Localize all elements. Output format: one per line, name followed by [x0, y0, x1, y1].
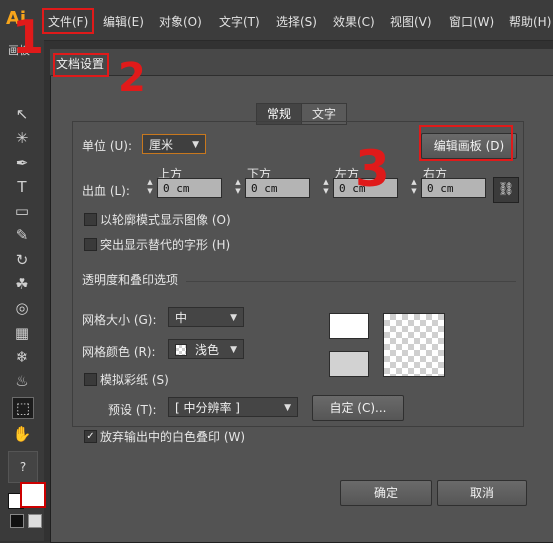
type-tool-icon[interactable]: T	[12, 177, 32, 197]
transparency-grid-preview	[383, 313, 445, 377]
bleed-left-stepper-icon[interactable]: ▲ ▼	[320, 178, 332, 198]
ok-button[interactable]: 确定	[340, 480, 432, 506]
menu-effect[interactable]: 效果(C)	[333, 13, 375, 30]
eyedropper-icon[interactable]: ❄	[12, 347, 32, 367]
draw-mode-normal-icon[interactable]	[10, 514, 24, 528]
grid-color-light-swatch[interactable]	[329, 313, 369, 339]
menu-edit[interactable]: 编辑(E)	[103, 13, 144, 30]
annotation-step-2: 2	[118, 55, 146, 101]
unit-value: 厘米	[149, 138, 174, 152]
transparency-section-title: 透明度和叠印选项	[82, 273, 179, 287]
menu-view[interactable]: 视图(V)	[390, 13, 432, 30]
checker-swatch-icon	[175, 344, 187, 356]
warp-tool-icon[interactable]: ☘	[12, 274, 32, 294]
menu-select[interactable]: 选择(S)	[276, 13, 317, 30]
preset-select[interactable]: [ 中分辨率 ] ▼	[168, 397, 298, 417]
chevron-down-icon: ▼	[230, 345, 237, 355]
annotation-box-edit-artboards	[419, 125, 513, 161]
grid-size-label: 网格大小 (G):	[82, 313, 157, 327]
preset-value: [ 中分辨率 ]	[175, 401, 240, 415]
help-icon[interactable]: ?	[8, 451, 38, 483]
annotation-box-dialog-title	[53, 53, 109, 77]
menu-type[interactable]: 文字(T)	[219, 13, 260, 30]
grid-size-value: 中	[175, 311, 188, 325]
bleed-label: 出血 (L):	[82, 184, 130, 198]
pencil-tool-icon[interactable]: ✎	[12, 225, 32, 245]
simulate-paper-checkbox[interactable]	[84, 373, 97, 386]
grid-color-dark-swatch[interactable]	[329, 351, 369, 377]
outline-mode-label: 以轮廓模式显示图像 (O)	[100, 213, 231, 227]
mesh-tool-icon[interactable]: ▦	[12, 323, 32, 343]
bleed-right-input[interactable]: 0 cm	[421, 178, 486, 198]
annotation-box-file-menu	[42, 8, 94, 34]
hand-tool-icon[interactable]: ✋	[12, 424, 32, 444]
stroke-swatch[interactable]	[20, 482, 46, 508]
highlight-glyphs-label: 突出显示替代的字形 (H)	[100, 238, 231, 252]
discard-white-checkbox[interactable]: ✓	[84, 430, 97, 443]
magic-wand-icon[interactable]: ✳	[12, 128, 32, 148]
bleed-top-stepper-icon[interactable]: ▲ ▼	[144, 178, 156, 198]
pen-tool-icon[interactable]: ✒	[12, 153, 32, 173]
outline-mode-checkbox[interactable]	[84, 213, 97, 226]
draw-mode-behind-icon[interactable]	[28, 514, 42, 528]
highlight-glyphs-checkbox[interactable]	[84, 238, 97, 251]
bleed-right-stepper-icon[interactable]: ▲ ▼	[408, 178, 420, 198]
grid-colors-label: 网格颜色 (R):	[82, 345, 156, 359]
unit-select[interactable]: 厘米 ▼	[142, 134, 206, 154]
symbol-sprayer-icon[interactable]: ♨	[12, 371, 32, 391]
chevron-down-icon: ▼	[284, 403, 291, 413]
chevron-down-icon: ▼	[230, 313, 237, 323]
menu-window[interactable]: 窗口(W)	[449, 13, 494, 30]
annotation-step-1: 1	[12, 10, 45, 64]
section-divider	[186, 281, 516, 282]
menu-object[interactable]: 对象(O)	[159, 13, 202, 30]
link-chain-icon[interactable]: ⛓	[493, 177, 519, 203]
discard-white-label: 放弃输出中的白色叠印 (W)	[100, 430, 246, 444]
shape-builder-icon[interactable]: ◎	[12, 298, 32, 318]
rotate-tool-icon[interactable]: ↻	[12, 250, 32, 270]
grid-colors-select[interactable]: 浅色 ▼	[168, 339, 244, 359]
custom-button[interactable]: 自定 (C)...	[312, 395, 404, 421]
unit-label: 单位 (U):	[82, 139, 133, 153]
simulate-paper-label: 模拟彩纸 (S)	[100, 373, 169, 387]
bleed-bottom-input[interactable]: 0 cm	[245, 178, 310, 198]
grid-size-select[interactable]: 中 ▼	[168, 307, 244, 327]
cancel-button[interactable]: 取消	[437, 480, 527, 506]
grid-colors-value: 浅色	[195, 343, 220, 357]
artboard-tool-icon[interactable]: ⬚	[12, 397, 34, 419]
preset-label: 预设 (T):	[108, 403, 157, 417]
chevron-down-icon: ▼	[192, 140, 199, 150]
rectangle-tool-icon[interactable]: ▭	[12, 201, 32, 221]
bleed-bottom-stepper-icon[interactable]: ▲ ▼	[232, 178, 244, 198]
annotation-step-3: 3	[355, 140, 390, 198]
menu-help[interactable]: 帮助(H)	[509, 13, 551, 30]
selection-tool-icon[interactable]: ↖	[12, 104, 32, 124]
bleed-top-input[interactable]: 0 cm	[157, 178, 222, 198]
